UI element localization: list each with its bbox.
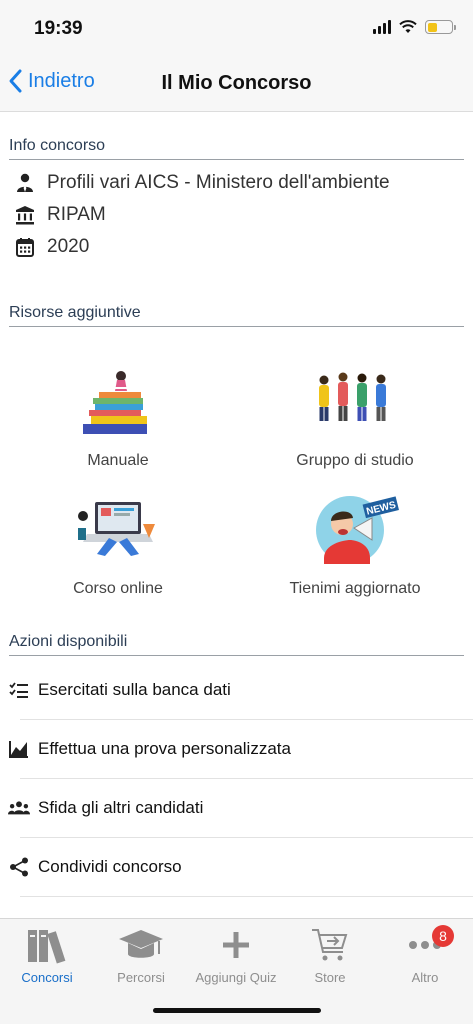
books-icon	[0, 925, 94, 965]
action-label: Sfida gli altri candidati	[38, 797, 204, 817]
tab-label: Aggiungi Quiz	[195, 970, 277, 985]
news-sign-text: NEWS	[365, 500, 397, 518]
tab-aggiungi-quiz[interactable]: Aggiungi Quiz	[189, 925, 283, 985]
action-label: Condividi concorso	[38, 856, 182, 876]
navigation-bar: Indietro Il Mio Concorso	[0, 56, 473, 112]
tab-label: Altro	[411, 970, 439, 985]
tab-label: Store	[314, 970, 346, 985]
signal-icon	[373, 20, 391, 34]
students-illustration	[310, 366, 400, 446]
action-esercitati[interactable]: Esercitati sulla banca dati	[0, 660, 473, 719]
tab-percorsi[interactable]: Percorsi	[94, 925, 188, 985]
action-sfida-candidati[interactable]: Sfida gli altri candidati	[0, 778, 473, 837]
resource-label: Gruppo di studio	[296, 452, 414, 469]
info-year-text: 2020	[47, 236, 90, 257]
action-condividi[interactable]: Condividi concorso	[0, 837, 473, 896]
divider	[20, 896, 473, 897]
resource-corso-online[interactable]: Corso online	[18, 494, 218, 598]
status-time: 19:39	[34, 18, 83, 39]
checklist-icon	[8, 681, 30, 698]
section-header-info: Info concorso	[9, 137, 464, 160]
person-icon	[15, 172, 35, 194]
share-icon	[8, 857, 30, 877]
plus-icon	[189, 925, 283, 965]
action-label: Effettua una prova personalizzata	[38, 738, 291, 758]
info-row-profile: Profili vari AICS - Ministero dell'ambie…	[15, 172, 390, 194]
action-prova-personalizzata[interactable]: Effettua una prova personalizzata	[0, 719, 473, 778]
resource-tienimi-aggiornato[interactable]: NEWS Tienimi aggiornato	[255, 494, 455, 598]
resource-manuale[interactable]: Manuale	[18, 366, 218, 470]
group-icon	[8, 800, 30, 816]
laptop-illustration	[73, 494, 163, 574]
info-profile-text: Profili vari AICS - Ministero dell'ambie…	[47, 172, 390, 193]
tab-concorsi[interactable]: Concorsi	[0, 925, 94, 985]
institution-icon	[15, 204, 35, 226]
status-icons	[373, 20, 456, 34]
wifi-icon	[399, 20, 417, 33]
status-bar: 19:39	[0, 0, 473, 56]
tab-altro[interactable]: 8 Altro	[378, 925, 472, 985]
cart-icon	[283, 925, 377, 965]
books-illustration	[73, 366, 163, 446]
info-row-year: 2020	[15, 236, 89, 258]
resource-gruppo-studio[interactable]: Gruppo di studio	[255, 366, 455, 470]
tab-store[interactable]: Store	[283, 925, 377, 985]
info-institution-text: RIPAM	[47, 204, 106, 225]
news-megaphone-illustration: NEWS	[310, 494, 400, 574]
resource-label: Corso online	[73, 580, 163, 597]
calendar-icon	[15, 236, 35, 258]
battery-icon	[425, 20, 456, 34]
graduation-cap-icon	[94, 925, 188, 965]
info-row-institution: RIPAM	[15, 204, 106, 226]
chart-icon	[8, 740, 30, 758]
more-icon	[378, 925, 472, 965]
tab-label: Percorsi	[117, 970, 165, 985]
home-indicator	[153, 1008, 321, 1013]
notification-badge: 8	[432, 925, 454, 947]
tab-label: Concorsi	[21, 970, 73, 985]
resource-label: Manuale	[87, 452, 149, 469]
section-header-resources: Risorse aggiuntive	[9, 304, 464, 327]
resource-label: Tienimi aggiornato	[289, 580, 421, 597]
action-label: Esercitati sulla banca dati	[38, 679, 231, 699]
section-header-actions: Azioni disponibili	[9, 633, 464, 656]
page-title: Il Mio Concorso	[161, 72, 312, 94]
